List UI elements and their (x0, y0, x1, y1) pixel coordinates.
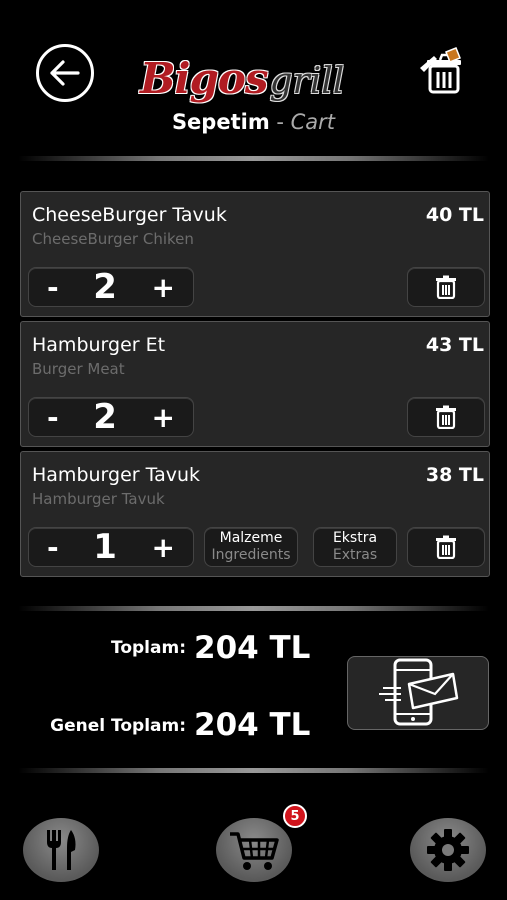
cart-count-badge: 5 (283, 804, 307, 828)
item-subtitle: Hamburger Tavuk (32, 490, 165, 508)
item-price: 43 TL (425, 334, 484, 356)
trash-icon (436, 275, 456, 299)
fork-knife-icon (47, 830, 76, 870)
gear-icon (427, 829, 469, 871)
clear-cart-button[interactable] (416, 46, 466, 96)
extras-label-en: Extras (332, 547, 378, 563)
phone-envelope-icon (379, 658, 459, 726)
ingredients-label-tr: Malzeme (219, 530, 283, 546)
grand-total-label: Genel Toplam: (50, 716, 186, 736)
page-title: Sepetim - Cart (0, 110, 507, 134)
item-subtitle: CheeseBurger Chiken (32, 230, 194, 248)
quantity-value: 2 (93, 397, 117, 437)
shopping-cart-icon (230, 832, 279, 870)
cart-item: Hamburger Tavuk Hamburger Tavuk 38 TL - … (20, 451, 490, 577)
quantity-stepper: - 2 + (28, 397, 194, 437)
item-price: 38 TL (425, 464, 484, 486)
item-name: Hamburger Et (32, 334, 166, 356)
increase-button[interactable]: + (152, 531, 175, 564)
logo-suffix: grill (269, 61, 345, 102)
totals-divider (18, 606, 489, 611)
item-name: CheeseBurger Tavuk (32, 204, 227, 226)
ingredients-button[interactable]: Malzeme Ingredients (204, 527, 298, 567)
header-divider (18, 156, 489, 161)
nav-cart-button[interactable] (216, 818, 292, 882)
nav-settings-button[interactable] (410, 818, 486, 882)
arrow-left-icon (50, 60, 80, 86)
delete-item-button[interactable] (407, 397, 485, 437)
clear-cart-icon (420, 47, 461, 94)
title-separator: - (269, 110, 291, 134)
delete-item-button[interactable] (407, 267, 485, 307)
cart-item: CheeseBurger Tavuk CheeseBurger Chiken 4… (20, 191, 490, 317)
subtotal-value: 204 TL (194, 630, 311, 666)
nav-menu-button[interactable] (23, 818, 99, 882)
quantity-value: 1 (93, 527, 117, 567)
item-subtitle: Burger Meat (32, 360, 125, 378)
logo-brand: Bigos (140, 54, 268, 103)
extras-label-tr: Ekstra (332, 530, 378, 546)
decrease-button[interactable]: - (47, 271, 59, 304)
item-price: 40 TL (425, 204, 484, 226)
bottom-divider (18, 768, 489, 773)
extras-button[interactable]: Ekstra Extras (313, 527, 397, 567)
trash-icon (436, 535, 456, 559)
item-name: Hamburger Tavuk (32, 464, 201, 486)
subtotal-label: Toplam: (111, 638, 186, 658)
decrease-button[interactable]: - (47, 401, 59, 434)
title-english: Cart (290, 110, 336, 134)
cart-item: Hamburger Et Burger Meat 43 TL - 2 + (20, 321, 490, 447)
decrease-button[interactable]: - (47, 531, 59, 564)
increase-button[interactable]: + (152, 401, 175, 434)
quantity-value: 2 (93, 267, 117, 307)
trash-icon (436, 405, 456, 429)
ingredients-label-en: Ingredients (211, 547, 291, 563)
quantity-stepper: - 1 + (28, 527, 194, 567)
app-logo: Bigos grill (140, 38, 370, 100)
grand-total-value: 204 TL (194, 707, 311, 743)
delete-item-button[interactable] (407, 527, 485, 567)
back-button[interactable] (36, 44, 94, 102)
title-turkish: Sepetim (171, 110, 270, 134)
send-order-button[interactable] (347, 656, 489, 730)
quantity-stepper: - 2 + (28, 267, 194, 307)
increase-button[interactable]: + (152, 271, 175, 304)
